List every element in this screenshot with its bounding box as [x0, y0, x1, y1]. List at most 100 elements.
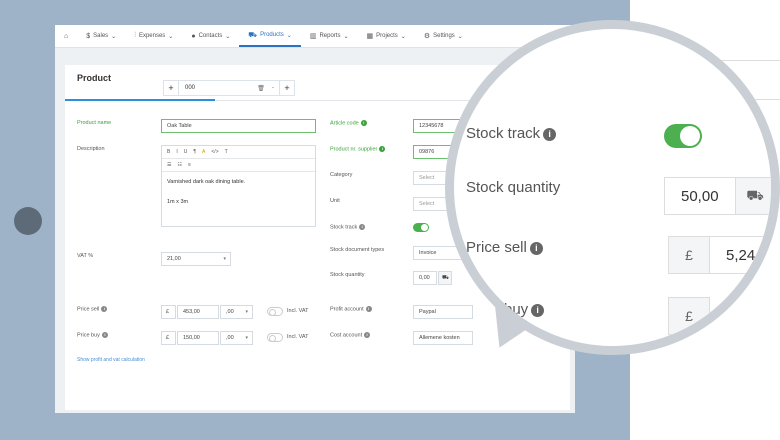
- chevron-down-icon: ⌄: [225, 33, 231, 40]
- info-icon: i: [379, 146, 386, 152]
- zoom-price-sell-input[interactable]: 5,24: [709, 236, 771, 274]
- calendar-icon: ▦: [366, 33, 374, 40]
- info-icon: i: [101, 332, 108, 338]
- chevron-down-icon: ▾: [245, 335, 248, 341]
- info-icon: i: [543, 127, 557, 141]
- description-line-1: Varnished dark oak dining table.: [167, 179, 246, 185]
- editor-toolbar: B I U ¶ A </> T: [162, 146, 315, 159]
- chevron-down-icon: ⌄: [457, 33, 463, 40]
- chevron-down-icon: ⌄: [400, 33, 406, 40]
- nav-item-products[interactable]: ⛟ Products ⌄: [239, 25, 301, 47]
- price-buy-input[interactable]: 150,00: [177, 331, 219, 345]
- chevron-down-icon: ▾: [223, 256, 226, 262]
- price-buy-currency: £: [161, 331, 176, 345]
- underline-icon[interactable]: U: [184, 149, 188, 155]
- description-label: Description: [77, 146, 105, 152]
- price-sell-input[interactable]: 453,00: [177, 305, 219, 319]
- incl-vat-label-2: Incl. VAT: [287, 334, 309, 340]
- nav-item-contacts[interactable]: ● Contacts ⌄: [182, 25, 239, 47]
- add-button[interactable]: +: [164, 81, 179, 95]
- person-icon: ●: [191, 32, 196, 40]
- stock-quantity-label: Stock quantity: [330, 272, 365, 278]
- nav-item-settings[interactable]: ⚙ Settings ⌄: [415, 25, 472, 47]
- zoom-stock-quantity-label: Stock quantity: [466, 179, 561, 196]
- description-editor[interactable]: B I U ¶ A </> T ☰ ☷ ≡ Varnished dark oak dining …: [161, 145, 316, 227]
- product-name-label: Product name: [77, 120, 112, 126]
- supplier-number-label: Product nr. supplier i: [330, 146, 386, 152]
- info-icon: i: [364, 332, 371, 338]
- nav-item-sales[interactable]: $ Sales ⌄: [77, 25, 125, 47]
- gear-icon: ⚙: [423, 33, 431, 40]
- cart-icon: ⛟: [248, 31, 258, 39]
- price-sell-currency: £: [161, 305, 176, 319]
- ordered-list-icon[interactable]: ☷: [177, 162, 181, 168]
- vat-label: VAT %: [77, 253, 94, 259]
- stock-track-toggle[interactable]: [413, 223, 429, 232]
- info-icon: i: [359, 224, 366, 230]
- trash-icon[interactable]: 🗑: [255, 85, 267, 92]
- incl-vat-label: Incl. VAT: [287, 308, 309, 314]
- price-buy-incl-vat-toggle[interactable]: [267, 333, 283, 342]
- italic-icon[interactable]: I: [176, 149, 177, 155]
- bold-icon[interactable]: B: [167, 149, 170, 155]
- nav-item-reports[interactable]: ▥ Reports ⌄: [301, 25, 358, 47]
- add-button-right[interactable]: +: [279, 81, 294, 95]
- info-icon: i: [360, 120, 367, 126]
- nav-home[interactable]: ⌂: [55, 25, 77, 47]
- show-calculation-link[interactable]: Show profit and vat calculation: [77, 357, 145, 363]
- list-icon[interactable]: ☰: [167, 162, 171, 168]
- cart-icon: ⛟: [735, 177, 771, 215]
- price-sell-decimals[interactable]: ,00 ▾: [220, 305, 253, 319]
- top-nav: ⌂ $ Sales ⌄ ⫶ Expenses ⌄ ● Contacts ⌄ ⛟ Product…: [55, 25, 575, 48]
- tablet-home-button[interactable]: [14, 207, 42, 235]
- info-icon: i: [531, 303, 545, 317]
- page-title: Product: [77, 73, 112, 83]
- magnifier-lens: Stock track i Stock quantity 50,00 ⛟ Pric…: [445, 20, 780, 355]
- home-icon: ⌂: [64, 32, 69, 40]
- dollar-icon: $: [86, 32, 91, 40]
- zoom-currency-addon-2: £: [668, 297, 710, 335]
- cart-icon: ⛟: [438, 271, 452, 285]
- nav-item-expenses[interactable]: ⫶ Expenses ⌄: [125, 25, 182, 47]
- align-icon[interactable]: ≡: [188, 162, 191, 168]
- info-icon: i: [365, 306, 372, 312]
- minus-button[interactable]: -: [267, 85, 279, 91]
- info-icon: i: [529, 241, 543, 255]
- chevron-down-icon: ⌄: [168, 33, 174, 40]
- paragraph-icon[interactable]: ¶: [193, 149, 196, 155]
- zoom-price-sell-label: Price sell i: [466, 239, 543, 256]
- product-number-stepper: + 000 🗑 - +: [163, 80, 295, 96]
- description-line-2: 1m x 3m: [167, 199, 189, 205]
- zoom-price-buy-label: buy i: [504, 301, 545, 318]
- stock-track-label: Stock track i: [330, 224, 366, 230]
- price-buy-decimals[interactable]: ,00 ▾: [220, 331, 253, 345]
- editor-toolbar-2: ☰ ☷ ≡: [162, 159, 315, 172]
- receipt-icon: ⫶: [134, 32, 136, 39]
- zoom-stock-track-toggle[interactable]: [664, 124, 702, 148]
- zoom-stock-quantity-input[interactable]: 50,00: [664, 177, 736, 215]
- category-label: Category: [330, 172, 353, 178]
- cost-account-select[interactable]: Allemene kosten: [413, 331, 473, 345]
- chevron-down-icon: ⌄: [286, 32, 292, 39]
- link-icon[interactable]: </>: [211, 149, 218, 155]
- title-underline: [65, 99, 215, 101]
- stock-quantity-input[interactable]: 0,00: [413, 271, 437, 285]
- clear-format-icon[interactable]: T: [225, 149, 228, 155]
- product-number-input[interactable]: 000: [179, 85, 255, 91]
- profit-account-select[interactable]: Paypal: [413, 305, 473, 319]
- price-buy-label: Price buy i: [77, 332, 108, 338]
- nav-item-projects[interactable]: ▦ Projects ⌄: [357, 25, 414, 47]
- price-sell-incl-vat-toggle[interactable]: [267, 307, 283, 316]
- stock-document-types-label: Stock document types: [330, 247, 385, 253]
- chevron-down-icon: ▾: [245, 309, 248, 315]
- color-icon[interactable]: A: [202, 149, 205, 155]
- zoom-currency-addon: £: [668, 236, 710, 274]
- article-code-label: Article code i: [330, 120, 367, 126]
- chevron-down-icon: ⌄: [111, 33, 117, 40]
- price-sell-label: Price sell i: [77, 306, 108, 312]
- info-icon: i: [101, 306, 108, 312]
- vat-select[interactable]: 21,00 ▾: [161, 252, 231, 266]
- chevron-down-icon: ⌄: [343, 33, 349, 40]
- profit-account-label: Profit account i: [330, 306, 372, 312]
- product-name-input[interactable]: Oak Table: [161, 119, 316, 133]
